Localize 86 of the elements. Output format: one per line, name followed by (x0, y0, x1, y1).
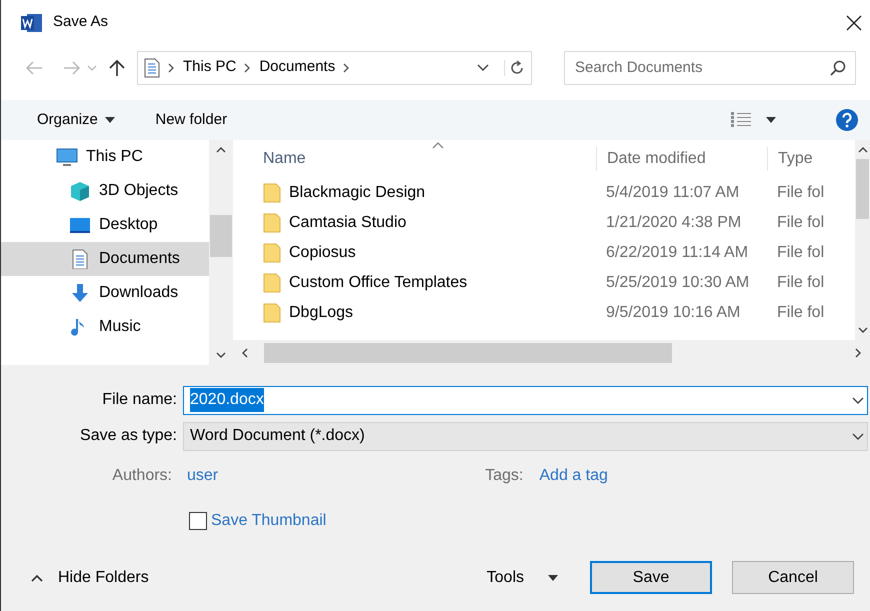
sidebar-item[interactable]: This PC (1, 140, 209, 174)
sidebar-item[interactable]: Documents (1, 242, 209, 276)
dialog-button[interactable]: Save (590, 561, 712, 594)
date-modified: 5/4/2019 11:07 AM (605, 183, 740, 203)
authors-link[interactable]: user (187, 464, 218, 488)
dialog-button[interactable]: Cancel (732, 561, 854, 594)
sidebar-item[interactable]: Downloads (1, 276, 209, 310)
field-label: Save as type: (79, 426, 178, 446)
scroll-right-icon[interactable] (855, 348, 862, 358)
cube-icon (69, 181, 91, 201)
column-header[interactable]: Date modified (596, 147, 767, 171)
file-name[interactable]: Custom Office Templates (289, 271, 468, 295)
file-type-dropdown[interactable]: Word Document (*.docx) (183, 422, 868, 450)
tags-label: Tags: (485, 466, 524, 486)
column-header[interactable]: Name (233, 147, 596, 171)
file-type: File fol (776, 303, 826, 323)
new-folder-button[interactable]: New folder (155, 108, 228, 132)
scroll-up-icon[interactable] (858, 146, 868, 153)
computer-icon (56, 147, 78, 167)
dropdown-chevron-icon[interactable] (851, 432, 865, 440)
tools-menu[interactable]: Tools (486, 566, 558, 590)
file-type: File fol (776, 243, 826, 263)
scrollbar[interactable] (209, 140, 233, 365)
refresh-icon[interactable] (504, 60, 525, 76)
date-modified: 5/25/2019 10:30 AM (605, 273, 750, 293)
file-name[interactable]: DbgLogs (289, 301, 354, 325)
date-modified: 1/21/2020 4:38 PM (605, 213, 742, 233)
scrollbar-thumb[interactable] (210, 215, 232, 257)
sidebar-item[interactable]: Desktop (1, 208, 209, 242)
file-name[interactable]: Camtasia Studio (289, 211, 406, 235)
authors-label: Authors: (111, 466, 173, 486)
search-icon[interactable] (830, 60, 846, 76)
chevron-right-icon (168, 62, 175, 72)
file-name[interactable]: Copiosus (289, 241, 356, 265)
column-header[interactable]: Type (767, 147, 827, 171)
document-icon (144, 58, 160, 78)
folder-icon (263, 183, 281, 203)
date-modified: 9/5/2019 10:16 AM (605, 303, 742, 323)
folder-icon (263, 243, 281, 263)
horizontal-scrollbar[interactable] (233, 340, 870, 365)
address-bar[interactable]: This PC Documents (137, 50, 532, 84)
field-label: File name: (101, 390, 178, 410)
checkbox[interactable] (189, 512, 207, 530)
folder-icon (263, 273, 281, 293)
file-type: File fol (776, 183, 826, 203)
chevron-up-icon (31, 574, 43, 582)
window-title: Save As (53, 12, 108, 32)
dropdown-chevron-icon[interactable] (851, 396, 865, 404)
scrollbar-thumb[interactable] (264, 342, 672, 362)
monitor-icon (69, 215, 91, 235)
folder-icon (263, 213, 281, 233)
caret-icon (766, 117, 776, 123)
add-tag-link[interactable]: Add a tag (539, 464, 608, 488)
folder-icon (263, 303, 281, 323)
file-type: File fol (776, 273, 826, 293)
scrollbar-thumb[interactable] (856, 159, 869, 219)
close-icon[interactable] (846, 14, 862, 30)
download-arrow-icon (69, 283, 91, 303)
scroll-down-icon[interactable] (216, 352, 226, 359)
details-view-icon (731, 112, 751, 128)
file-name-field[interactable]: 2020.docx (183, 386, 868, 414)
sidebar-item[interactable]: 3D Objects (1, 174, 209, 208)
checkbox-label[interactable]: Save Thumbnail (211, 509, 326, 533)
help-icon[interactable] (836, 109, 858, 131)
file-name[interactable]: Blackmagic Design (289, 181, 426, 205)
scroll-up-icon[interactable] (216, 146, 226, 153)
organize-menu[interactable]: Organize (37, 108, 116, 132)
scroll-down-icon[interactable] (858, 327, 868, 334)
scroll-left-icon[interactable] (241, 348, 248, 358)
sort-ascending-icon (432, 142, 444, 149)
scrollbar[interactable] (855, 140, 870, 340)
up-arrow-icon[interactable] (109, 58, 125, 76)
view-options-button[interactable] (731, 112, 776, 128)
search-field[interactable]: Search Documents (564, 50, 856, 84)
sidebar-item[interactable]: Music (1, 310, 209, 344)
file-type: File fol (776, 213, 826, 233)
breadcrumb-item[interactable]: Documents (259, 56, 336, 79)
caret-icon (105, 117, 116, 123)
chevron-right-icon (244, 62, 252, 72)
breadcrumb-item[interactable]: This PC (183, 56, 236, 79)
date-modified: 6/22/2019 11:14 AM (605, 243, 750, 263)
chevron-right-icon (343, 62, 350, 72)
hide-folders-button[interactable]: Hide Folders (31, 566, 149, 590)
word-app-icon (21, 12, 43, 32)
dropdown-chevron-icon[interactable] (476, 63, 490, 72)
caret-icon (548, 574, 558, 580)
